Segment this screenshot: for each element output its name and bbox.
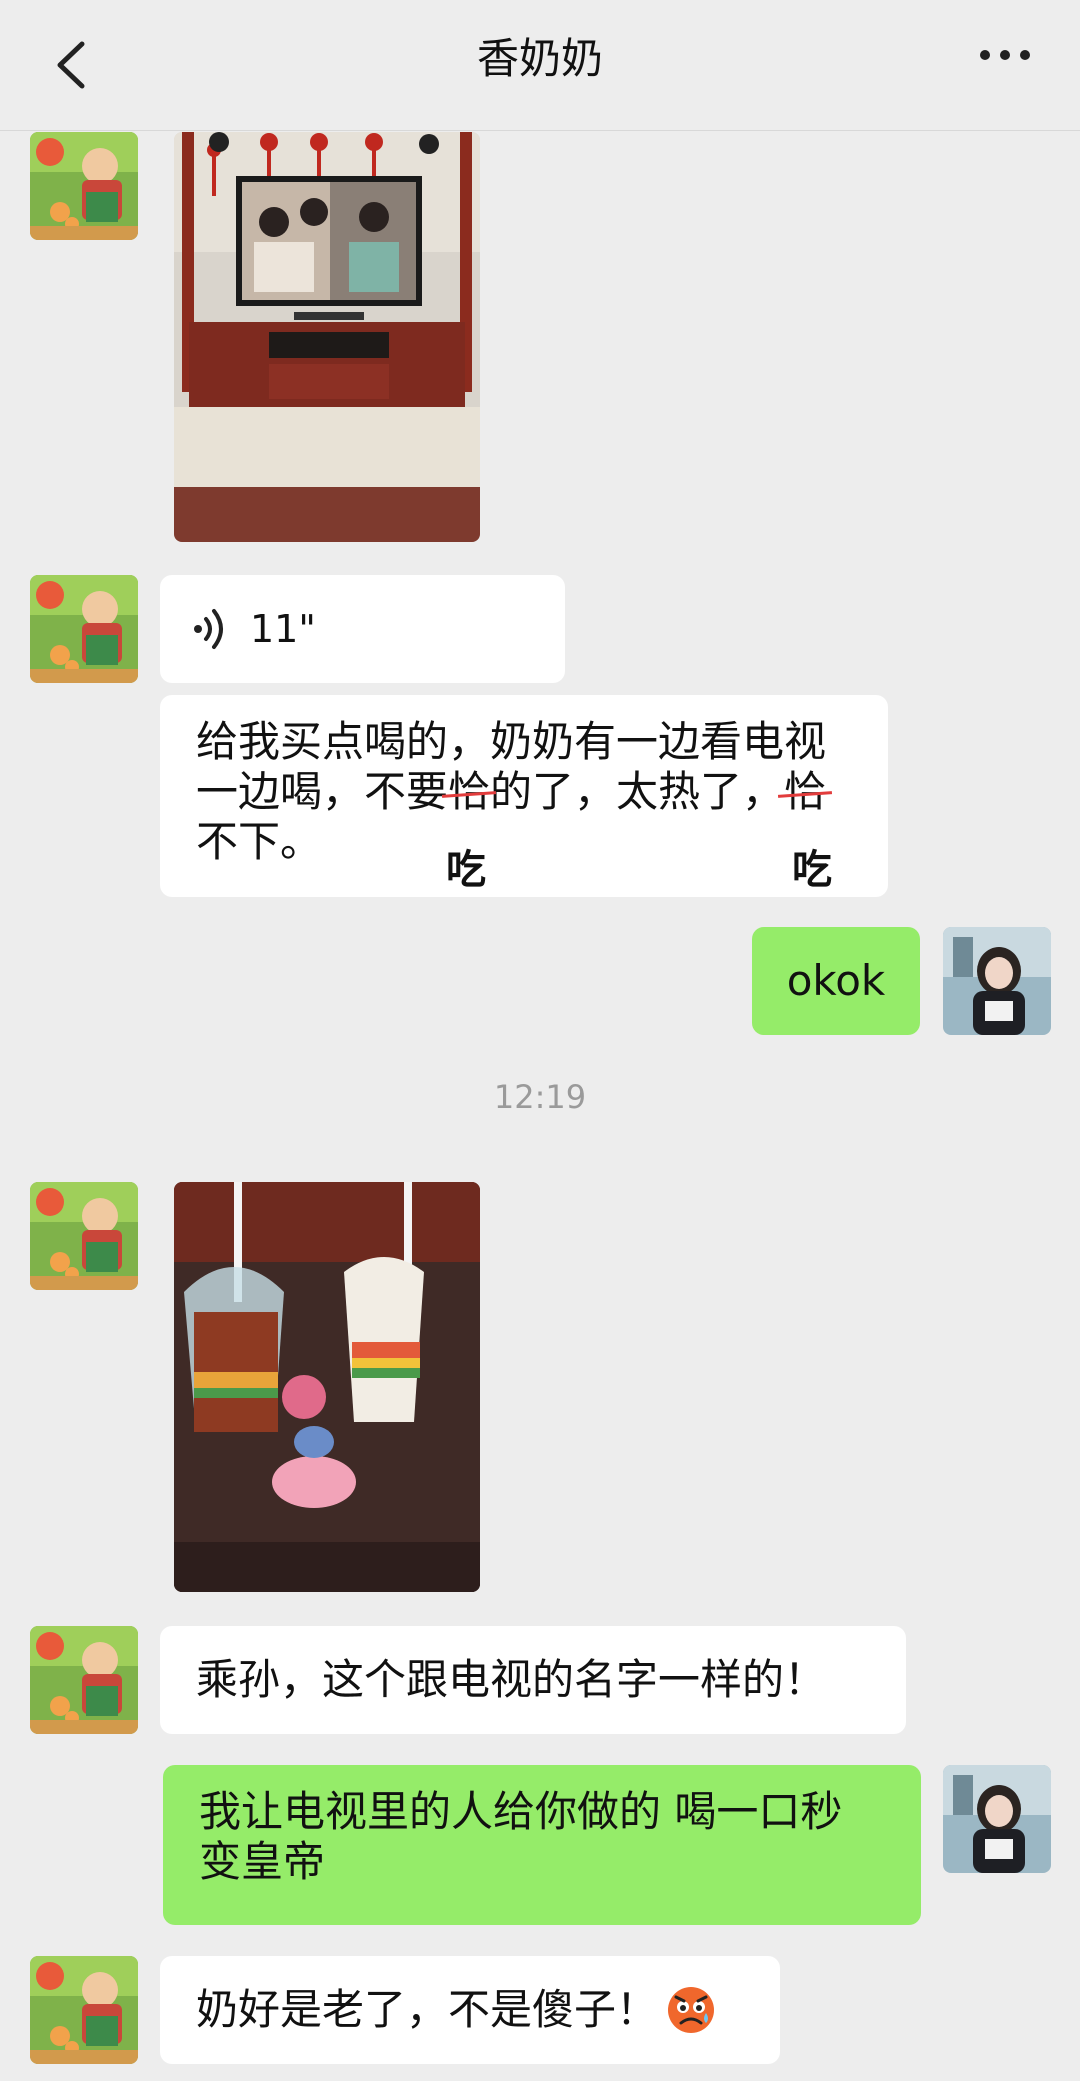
message-line: 给我买点喝的，奶奶有一边看电视	[196, 717, 827, 766]
chat-header: 香奶奶	[0, 0, 1080, 131]
time-separator: 12:19	[493, 1078, 587, 1116]
more-button[interactable]	[970, 30, 1040, 80]
text-message[interactable]: 给我买点喝的，奶奶有一边看电视 一边喝，不要恰的了，太热了，恰 不下。 吃 吃	[160, 695, 888, 897]
correction-label: 吃	[446, 847, 486, 893]
struck-word: 恰	[448, 767, 491, 816]
message-line: 一边喝，不要恰的了，太热了，恰	[196, 767, 852, 817]
avatar-me[interactable]	[943, 1765, 1051, 1873]
message-line: 不下。	[196, 817, 323, 866]
my-message[interactable]: okok	[752, 927, 920, 1035]
avatar-grandma[interactable]	[30, 1182, 138, 1290]
message-line: 变皇帝	[199, 1837, 326, 1886]
message-text: 奶好是老了，不是傻子！	[196, 1985, 659, 2034]
message-text: 的了，太热了，	[490, 767, 785, 816]
voice-wave-icon	[194, 609, 223, 649]
voice-message[interactable]: 11"	[160, 575, 565, 683]
struck-word: 恰	[784, 767, 827, 816]
avatar-grandma[interactable]	[30, 1626, 138, 1734]
text-message[interactable]: 奶好是老了，不是傻子！	[160, 1956, 780, 2064]
avatar-grandma[interactable]	[30, 575, 138, 683]
image-message-tv[interactable]	[174, 132, 480, 542]
avatar-grandma[interactable]	[30, 1956, 138, 2064]
voice-duration: 11"	[250, 607, 316, 651]
correction-label: 吃	[792, 847, 832, 893]
message-line: 我让电视里的人给你做的 喝一口秒	[199, 1787, 843, 1836]
my-message[interactable]: 我让电视里的人给你做的 喝一口秒 变皇帝	[163, 1765, 921, 1925]
sweat-emoji-icon	[668, 1987, 715, 2033]
image-message-drinks[interactable]	[174, 1182, 480, 1592]
more-dots-icon	[980, 50, 1030, 60]
chat-title: 香奶奶	[476, 33, 603, 83]
message-text: 乘孙，这个跟电视的名字一样的！	[196, 1655, 827, 1704]
text-message[interactable]: 乘孙，这个跟电视的名字一样的！	[160, 1626, 906, 1734]
message-text: okok	[786, 956, 886, 1005]
message-text: 一边喝，不要	[196, 767, 449, 816]
avatar-me[interactable]	[943, 927, 1051, 1035]
avatar-grandma[interactable]	[30, 132, 138, 240]
